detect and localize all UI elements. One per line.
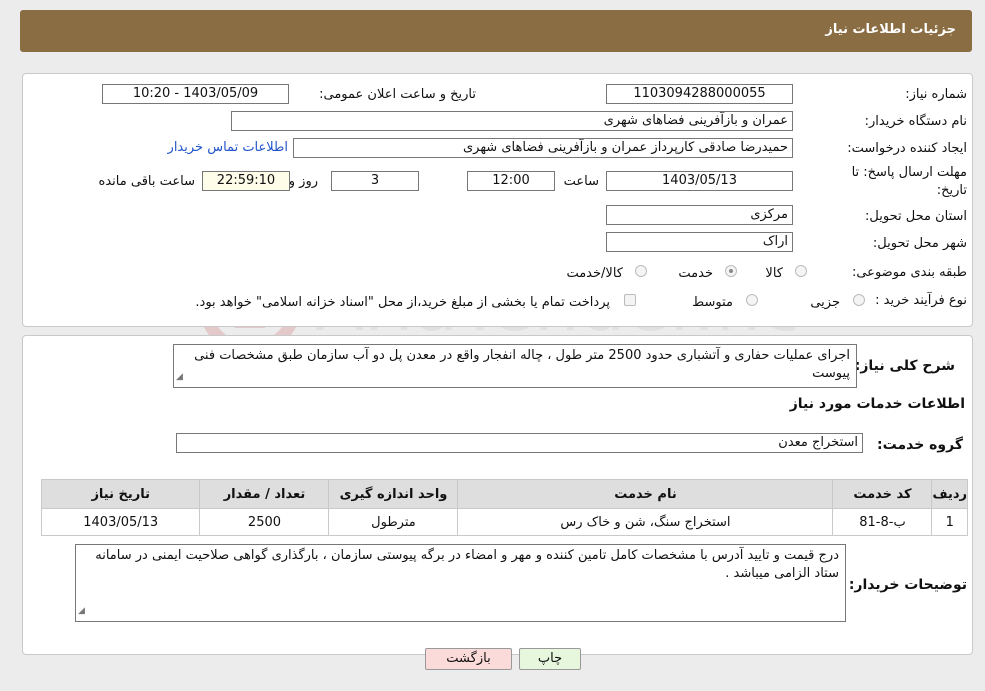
category-radio-service[interactable] [725, 265, 737, 277]
days-label: روز و [288, 174, 318, 189]
summary-text: اجرای عملیات حفاری و آتشباری حدود 2500 م… [194, 348, 850, 381]
buyer-org-label: نام دستگاه خریدار: [864, 114, 967, 129]
col-service-code: کد خدمت [832, 479, 933, 509]
city-label: شهر محل تحویل: [872, 236, 967, 251]
deadline-time-field: 12:00 [467, 171, 555, 191]
category-radio-goods[interactable] [795, 265, 807, 277]
announce-date-label: تاریخ و ساعت اعلان عمومی: [319, 87, 476, 102]
deadline-date-field: 1403/05/13 [606, 171, 793, 191]
back-button[interactable]: بازگشت [425, 648, 512, 670]
cell-unit: مترطول [328, 508, 459, 536]
cell-quantity: 2500 [199, 508, 330, 536]
category-option-goods-service: کالا/خدمت [566, 266, 623, 281]
announce-date-field: 1403/05/09 - 10:20 [102, 84, 289, 104]
col-need-date: تاریخ نیاز [40, 479, 201, 509]
services-heading: اطلاعات خدمات مورد نیاز [789, 396, 965, 412]
treasury-payment-checkbox[interactable] [624, 294, 636, 306]
need-number-label: شماره نیاز: [905, 87, 967, 102]
service-group-field: استخراج معدن [176, 433, 863, 453]
page-header: جزئیات اطلاعات نیاز [20, 10, 972, 52]
col-unit: واحد اندازه گیری [328, 479, 459, 509]
process-option-minor: جزیی [810, 295, 840, 310]
summary-textarea: اجرای عملیات حفاری و آتشباری حدود 2500 م… [173, 344, 857, 388]
requester-field: حمیدرضا صادقی کارپرداز عمران و بازآفرینی… [293, 138, 793, 158]
services-table: ردیف کد خدمت نام خدمت واحد اندازه گیری ت… [40, 479, 968, 536]
buyer-contact-link[interactable]: اطلاعات تماس خریدار [168, 140, 288, 155]
process-radio-minor[interactable] [853, 294, 865, 306]
process-option-medium: متوسط [692, 295, 733, 310]
deadline-label: مهلت ارسال پاسخ: تا [851, 165, 967, 180]
print-button[interactable]: چاپ [519, 648, 581, 670]
province-label: استان محل تحویل: [865, 209, 967, 224]
deadline-label-2: تاریخ: [936, 183, 967, 198]
buyer-notes-label: توضیحات خریدار: [848, 577, 967, 593]
province-field: مرکزی [606, 205, 793, 225]
col-quantity: تعداد / مقدار [199, 479, 330, 509]
buyer-notes-text: درج قیمت و تایید آدرس با مشخصات کامل تام… [95, 548, 839, 581]
process-radio-medium[interactable] [746, 294, 758, 306]
process-label: نوع فرآیند خرید : [875, 293, 967, 308]
requester-label: ایجاد کننده درخواست: [847, 141, 967, 156]
cell-service-code: ب-8-81 [832, 508, 933, 536]
remaining-time-field: 22:59:10 [202, 171, 290, 191]
col-service-name: نام خدمت [457, 479, 834, 509]
city-field: اراک [606, 232, 793, 252]
resize-grip-icon[interactable]: ◢ [78, 602, 85, 620]
cell-service-name: استخراج سنگ، شن و خاک رس [457, 508, 834, 536]
resize-grip-icon[interactable]: ◢ [176, 368, 183, 386]
buyer-org-field: عمران و بازآفرینی فضاهای شهری [231, 111, 793, 131]
buyer-notes-textarea: درج قیمت و تایید آدرس با مشخصات کامل تام… [75, 544, 846, 622]
treasury-payment-note: پرداخت تمام یا بخشی از مبلغ خرید،از محل … [195, 295, 610, 310]
service-group-label: گروه خدمت: [877, 437, 963, 453]
remaining-time-label: ساعت باقی مانده [98, 174, 195, 189]
cell-need-date: 1403/05/13 [40, 508, 201, 536]
category-radio-goods-service[interactable] [635, 265, 647, 277]
days-field: 3 [331, 171, 419, 191]
cell-row: 1 [931, 508, 968, 536]
table-header-row: ردیف کد خدمت نام خدمت واحد اندازه گیری ت… [40, 479, 968, 509]
page-title: جزئیات اطلاعات نیاز [825, 22, 956, 37]
deadline-time-label: ساعت [563, 174, 599, 189]
category-label: طبقه بندی موضوعی: [851, 265, 967, 280]
summary-label: شرح کلی نیاز: [854, 358, 955, 374]
table-row: 1 ب-8-81 استخراج سنگ، شن و خاک رس مترطول… [40, 508, 968, 536]
col-row: ردیف [931, 479, 968, 509]
category-option-goods: کالا [765, 266, 783, 281]
category-option-service: خدمت [678, 266, 713, 281]
need-number-field: 1103094288000055 [606, 84, 793, 104]
